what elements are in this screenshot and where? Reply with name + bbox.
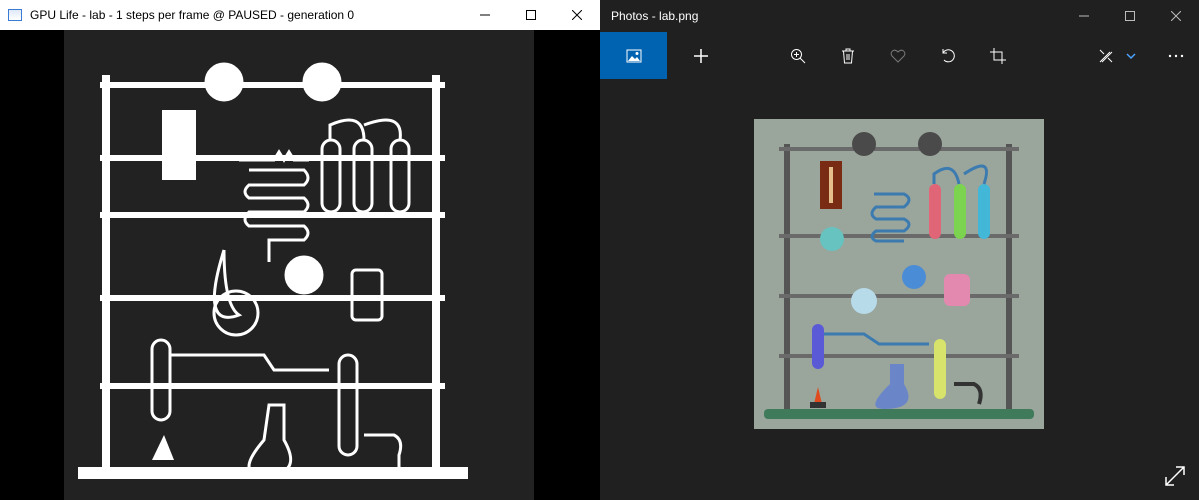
chevron-down-icon — [1126, 52, 1136, 59]
zoom-in-icon — [791, 48, 806, 63]
delete-icon — [842, 48, 854, 63]
close-button[interactable] — [554, 0, 600, 30]
full-screen-button[interactable] — [1163, 464, 1187, 488]
gpu-life-window: GPU Life - lab - 1 steps per frame @ PAU… — [0, 0, 600, 500]
close-icon — [572, 10, 582, 20]
more-button[interactable] — [1164, 32, 1188, 79]
add-icon — [694, 48, 708, 63]
edit-draw-button[interactable] — [1094, 32, 1118, 79]
life-pattern-lab-drawing — [78, 62, 468, 479]
gpu-window-title: GPU Life - lab - 1 steps per frame @ PAU… — [30, 8, 355, 22]
edit-draw-icon — [1099, 49, 1113, 62]
maximize-icon — [526, 10, 536, 20]
photos-minimize-button[interactable] — [1061, 0, 1107, 32]
rotate-icon — [942, 48, 955, 62]
favorite-button[interactable] — [886, 32, 910, 79]
edit-dropdown-button[interactable] — [1124, 32, 1138, 79]
photos-window-title: Photos - lab.png — [611, 9, 699, 23]
lab-pixel-art — [764, 132, 1034, 419]
image-icon — [626, 49, 641, 62]
gpu-title-bar[interactable]: GPU Life - lab - 1 steps per frame @ PAU… — [0, 0, 600, 30]
photos-toolbar — [600, 32, 1199, 79]
photos-window: Photos - lab.png — [600, 0, 1199, 500]
photo-viewer-area — [600, 79, 1199, 500]
photos-close-button[interactable] — [1153, 0, 1199, 32]
zoom-button[interactable] — [786, 32, 810, 79]
photos-title-bar[interactable]: Photos - lab.png — [600, 0, 1199, 32]
expand-icon — [1165, 466, 1185, 486]
rotate-button[interactable] — [936, 32, 960, 79]
maximize-button[interactable] — [508, 0, 554, 30]
life-grid-canvas[interactable] — [64, 30, 534, 500]
lab-image — [754, 119, 1044, 429]
minimize-button[interactable] — [462, 0, 508, 30]
favorite-icon — [890, 49, 906, 63]
delete-button[interactable] — [836, 32, 860, 79]
add-button[interactable] — [689, 32, 713, 79]
crop-button[interactable] — [986, 32, 1010, 79]
more-icon — [1168, 54, 1184, 57]
gpu-canvas-area — [0, 30, 600, 500]
app-window-icon — [8, 9, 22, 21]
see-all-photos-button[interactable] — [600, 32, 667, 79]
crop-icon — [990, 47, 1006, 64]
minimize-icon — [1079, 15, 1089, 17]
photos-maximize-button[interactable] — [1107, 0, 1153, 32]
close-icon — [1171, 11, 1181, 21]
maximize-icon — [1125, 11, 1135, 21]
minimize-icon — [480, 14, 490, 16]
